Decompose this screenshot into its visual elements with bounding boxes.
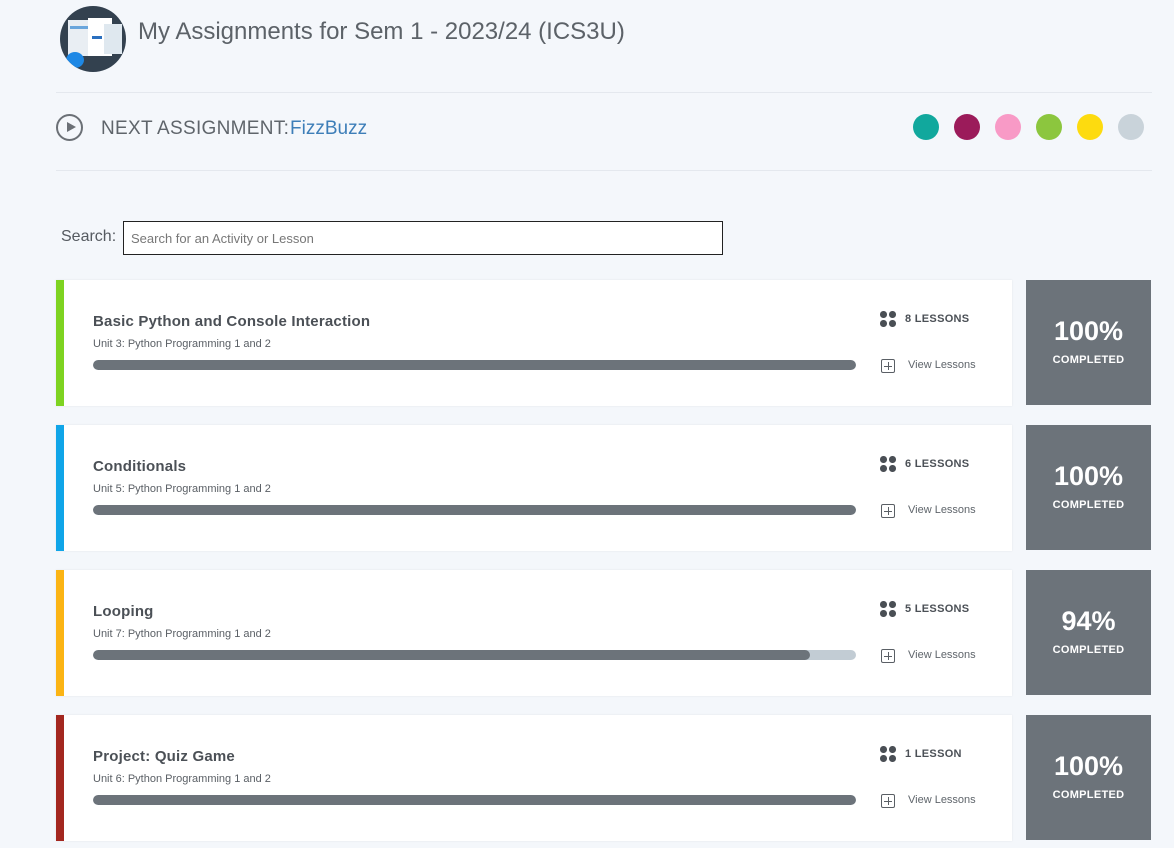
completion-percent: 100% (1053, 461, 1124, 491)
assignment-progress-bar (93, 505, 856, 515)
lessons-grid-icon (880, 746, 896, 762)
color-swatch-yellow[interactable] (1077, 114, 1103, 140)
play-circle-icon[interactable] (56, 114, 83, 141)
assignment-unit: Unit 7: Python Programming 1 and 2 (93, 628, 271, 640)
assignment-progress-bar (93, 795, 856, 805)
completion-label: COMPLETED (1052, 789, 1125, 801)
completion-percent: 100% (1053, 751, 1124, 781)
assignment-progress-bar (93, 650, 856, 660)
lessons-grid-icon (880, 601, 896, 617)
search-input[interactable] (123, 221, 723, 255)
plus-square-icon[interactable] (881, 359, 895, 373)
assignment-accent-stripe (56, 570, 64, 696)
assignment-title[interactable]: Basic Python and Console Interaction (93, 313, 370, 330)
assignment-title[interactable]: Project: Quiz Game (93, 748, 235, 765)
color-swatch-pink[interactable] (995, 114, 1021, 140)
lessons-grid-icon (880, 456, 896, 472)
completion-box: 100% COMPLETED (1026, 715, 1151, 840)
header-divider (56, 92, 1152, 93)
assignment-accent-stripe (56, 280, 64, 406)
color-swatch-grey[interactable] (1118, 114, 1144, 140)
next-assignment-row: NEXT ASSIGNMENT: FizzBuzz (56, 114, 1152, 146)
page-header: My Assignments for Sem 1 - 2023/24 (ICS3… (58, 4, 1148, 74)
completion-label: COMPLETED (1052, 499, 1125, 511)
search-label: Search: (61, 228, 117, 245)
plus-square-icon[interactable] (881, 649, 895, 663)
assignment-accent-stripe (56, 715, 64, 841)
completion-label: COMPLETED (1052, 644, 1125, 656)
view-lessons-label[interactable]: View Lessons (908, 359, 976, 371)
view-lessons-label[interactable]: View Lessons (908, 649, 976, 661)
completion-percent: 94% (1061, 606, 1116, 636)
completion-percent: 100% (1053, 316, 1124, 346)
page-title: My Assignments for Sem 1 - 2023/24 (ICS3… (138, 18, 625, 45)
assignment-accent-stripe (56, 425, 64, 551)
lessons-grid-icon (880, 311, 896, 327)
assignment-unit: Unit 3: Python Programming 1 and 2 (93, 338, 271, 350)
assignment-title[interactable]: Conditionals (93, 458, 186, 475)
color-swatch-magenta[interactable] (954, 114, 980, 140)
view-lessons-label[interactable]: View Lessons (908, 794, 976, 806)
color-swatch-green[interactable] (1036, 114, 1062, 140)
next-assignment-label: NEXT ASSIGNMENT: (101, 118, 290, 139)
course-logo-icon (60, 6, 126, 72)
completion-box: 100% COMPLETED (1026, 425, 1151, 550)
view-lessons-label[interactable]: View Lessons (908, 504, 976, 516)
assignment-progress-bar (93, 360, 856, 370)
plus-square-icon[interactable] (881, 504, 895, 518)
assignments-page: My Assignments for Sem 1 - 2023/24 (ICS3… (0, 0, 1174, 848)
lesson-count-label: 1 LESSON (905, 748, 962, 760)
assignment-title[interactable]: Looping (93, 603, 154, 620)
completion-label: COMPLETED (1052, 354, 1125, 366)
lesson-count-label: 6 LESSONS (905, 458, 970, 470)
completion-box: 94% COMPLETED (1026, 570, 1151, 695)
lesson-count-label: 5 LESSONS (905, 603, 970, 615)
color-swatch-teal[interactable] (913, 114, 939, 140)
completion-box: 100% COMPLETED (1026, 280, 1151, 405)
assignment-unit: Unit 6: Python Programming 1 and 2 (93, 773, 271, 785)
assignment-card[interactable]: Looping Unit 7: Python Programming 1 and… (56, 570, 1012, 696)
assignment-card[interactable]: Basic Python and Console Interaction Uni… (56, 280, 1012, 406)
plus-square-icon[interactable] (881, 794, 895, 808)
assignment-card[interactable]: Conditionals Unit 5: Python Programming … (56, 425, 1012, 551)
assignment-unit: Unit 5: Python Programming 1 and 2 (93, 483, 271, 495)
assignment-card[interactable]: Project: Quiz Game Unit 6: Python Progra… (56, 715, 1012, 841)
next-assignment-link[interactable]: FizzBuzz (290, 118, 367, 140)
lesson-count-label: 8 LESSONS (905, 313, 970, 325)
section-divider (56, 170, 1152, 171)
